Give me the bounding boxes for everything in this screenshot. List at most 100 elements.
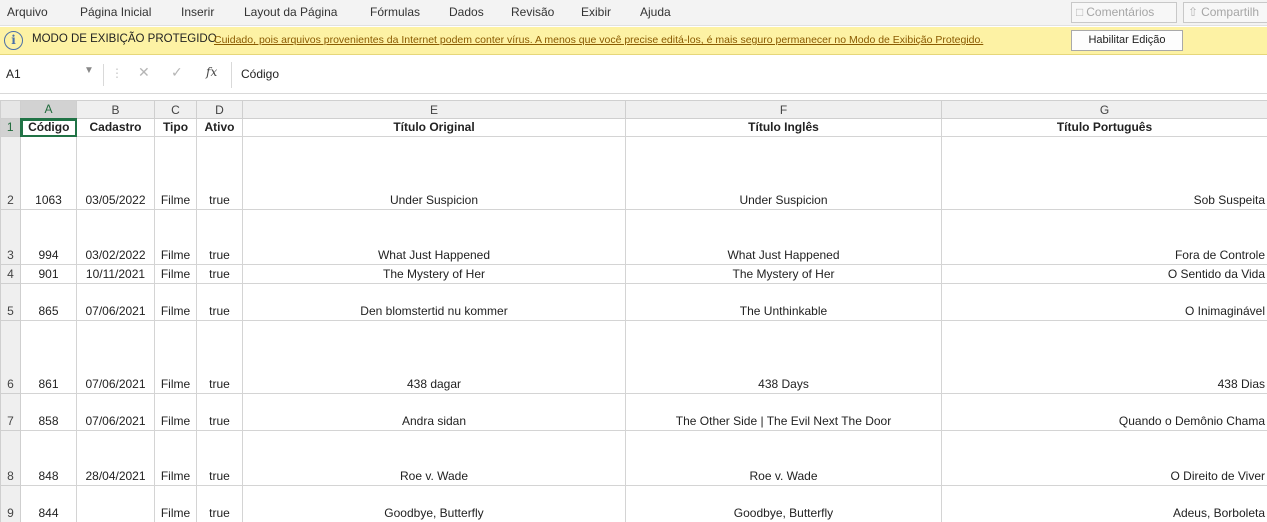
cell-cadastro[interactable]: 07/06/2021 <box>76 320 155 394</box>
tab-dados[interactable]: Dados <box>449 0 484 26</box>
column-header-g[interactable]: G <box>941 100 1267 119</box>
cell-tipo[interactable]: Filme <box>154 283 197 321</box>
cell-codigo[interactable]: 861 <box>20 320 77 394</box>
share-button[interactable]: ⇧ Compartilh <box>1183 2 1267 23</box>
tab-exibir[interactable]: Exibir <box>581 0 611 26</box>
cell-codigo[interactable]: 901 <box>20 264 77 284</box>
column-header-b[interactable]: B <box>76 100 155 119</box>
cell-ativo[interactable]: true <box>196 485 243 522</box>
cell-titulo-portugues[interactable]: O Direito de Viver <box>941 430 1267 486</box>
cell-cadastro[interactable]: 07/06/2021 <box>76 283 155 321</box>
cell-titulo-original[interactable]: Roe v. Wade <box>242 430 626 486</box>
chevron-down-icon[interactable]: ▼ <box>84 65 94 76</box>
cell-titulo-portugues[interactable]: Adeus, Borboleta <box>941 485 1267 522</box>
row-header[interactable]: 6 <box>0 320 21 394</box>
cell-titulo-portugues[interactable]: Sob Suspeita <box>941 136 1267 210</box>
row-header[interactable]: 8 <box>0 430 21 486</box>
tab-formulas[interactable]: Fórmulas <box>370 0 420 26</box>
tab-inserir[interactable]: Inserir <box>181 0 214 26</box>
cell-b1[interactable]: Cadastro <box>76 118 155 137</box>
cell-titulo-original[interactable]: The Mystery of Her <box>242 264 626 284</box>
cell-ativo[interactable]: true <box>196 264 243 284</box>
cell-cadastro[interactable]: 03/05/2022 <box>76 136 155 210</box>
cell-tipo[interactable]: Filme <box>154 264 197 284</box>
row-header[interactable]: 4 <box>0 264 21 284</box>
cell-codigo[interactable]: 848 <box>20 430 77 486</box>
cell-codigo[interactable]: 858 <box>20 393 77 431</box>
cell-g1[interactable]: Título Português <box>941 118 1267 137</box>
row-header[interactable]: 7 <box>0 393 21 431</box>
cell-f1[interactable]: Título Inglês <box>625 118 942 137</box>
cell-codigo[interactable]: 844 <box>20 485 77 522</box>
cell-titulo-ingles[interactable]: 438 Days <box>625 320 942 394</box>
cell-titulo-portugues[interactable]: 438 Dias <box>941 320 1267 394</box>
column-header-a[interactable]: A <box>20 100 77 120</box>
cell-tipo[interactable]: Filme <box>154 209 197 265</box>
cell-titulo-ingles[interactable]: Goodbye, Butterfly <box>625 485 942 522</box>
enter-check-icon[interactable]: ✓ <box>171 64 183 81</box>
cell-ativo[interactable]: true <box>196 283 243 321</box>
cell-titulo-ingles[interactable]: Under Suspicion <box>625 136 942 210</box>
formula-input[interactable]: Código <box>231 62 1267 88</box>
cell-titulo-original[interactable]: What Just Happened <box>242 209 626 265</box>
insert-function-icon[interactable]: fx <box>206 65 217 79</box>
tab-pagina-inicial[interactable]: Página Inicial <box>80 0 151 26</box>
cell-codigo[interactable]: 1063 <box>20 136 77 210</box>
cell-ativo[interactable]: true <box>196 136 243 210</box>
comments-button[interactable]: □ Comentários <box>1071 2 1177 23</box>
cell-codigo[interactable]: 865 <box>20 283 77 321</box>
cell-c1[interactable]: Tipo <box>154 118 197 137</box>
cell-titulo-ingles[interactable]: Roe v. Wade <box>625 430 942 486</box>
cell-titulo-ingles[interactable]: The Unthinkable <box>625 283 942 321</box>
cell-titulo-portugues[interactable]: Quando o Demônio Chama <box>941 393 1267 431</box>
cell-ativo[interactable]: true <box>196 320 243 394</box>
select-all-corner[interactable] <box>0 100 21 119</box>
row-header[interactable]: 9 <box>0 485 21 522</box>
cell-tipo[interactable]: Filme <box>154 320 197 394</box>
name-box[interactable]: A1 ▼ <box>0 64 104 86</box>
column-header-f[interactable]: F <box>625 100 942 119</box>
cell-cadastro[interactable]: 28/04/2021 <box>76 430 155 486</box>
cell-tipo[interactable]: Filme <box>154 393 197 431</box>
tab-arquivo[interactable]: Arquivo <box>7 0 48 26</box>
row-header[interactable]: 3 <box>0 209 21 265</box>
cell-cadastro[interactable]: 03/02/2022 <box>76 209 155 265</box>
share-icon: ⇧ <box>1188 5 1199 19</box>
cell-cadastro[interactable]: 07/06/2021 <box>76 393 155 431</box>
cell-tipo[interactable]: Filme <box>154 485 197 522</box>
column-header-e[interactable]: E <box>242 100 626 119</box>
cell-cadastro[interactable]: 10/11/2021 <box>76 264 155 284</box>
cell-titulo-original[interactable]: Under Suspicion <box>242 136 626 210</box>
cell-titulo-ingles[interactable]: What Just Happened <box>625 209 942 265</box>
row-header[interactable]: 5 <box>0 283 21 321</box>
row-header[interactable]: 2 <box>0 136 21 210</box>
cell-titulo-original[interactable]: Andra sidan <box>242 393 626 431</box>
tab-layout-da-pagina[interactable]: Layout da Página <box>244 0 337 26</box>
cell-titulo-ingles[interactable]: The Mystery of Her <box>625 264 942 284</box>
enable-editing-button[interactable]: Habilitar Edição <box>1071 30 1183 51</box>
column-header-d[interactable]: D <box>196 100 243 119</box>
cell-ativo[interactable]: true <box>196 209 243 265</box>
cell-titulo-ingles[interactable]: The Other Side | The Evil Next The Door <box>625 393 942 431</box>
cell-a1[interactable]: Código <box>20 118 77 137</box>
column-header-c[interactable]: C <box>154 100 197 119</box>
cell-ativo[interactable]: true <box>196 393 243 431</box>
protected-view-message-link[interactable]: Cuidado, pois arquivos provenientes da I… <box>214 34 1056 46</box>
cell-tipo[interactable]: Filme <box>154 430 197 486</box>
tab-ajuda[interactable]: Ajuda <box>640 0 671 26</box>
cell-d1[interactable]: Ativo <box>196 118 243 137</box>
cell-cadastro[interactable] <box>76 485 155 522</box>
row-header-1[interactable]: 1 <box>0 118 22 137</box>
cell-titulo-portugues[interactable]: Fora de Controle <box>941 209 1267 265</box>
cell-titulo-original[interactable]: Goodbye, Butterfly <box>242 485 626 522</box>
cell-titulo-portugues[interactable]: O Inimaginável <box>941 283 1267 321</box>
cell-tipo[interactable]: Filme <box>154 136 197 210</box>
tab-revisao[interactable]: Revisão <box>511 0 554 26</box>
cell-codigo[interactable]: 994 <box>20 209 77 265</box>
cell-titulo-original[interactable]: 438 dagar <box>242 320 626 394</box>
cell-ativo[interactable]: true <box>196 430 243 486</box>
cancel-icon[interactable]: ✕ <box>138 64 150 81</box>
cell-titulo-original[interactable]: Den blomstertid nu kommer <box>242 283 626 321</box>
cell-titulo-portugues[interactable]: O Sentido da Vida <box>941 264 1267 284</box>
cell-e1[interactable]: Título Original <box>242 118 626 137</box>
